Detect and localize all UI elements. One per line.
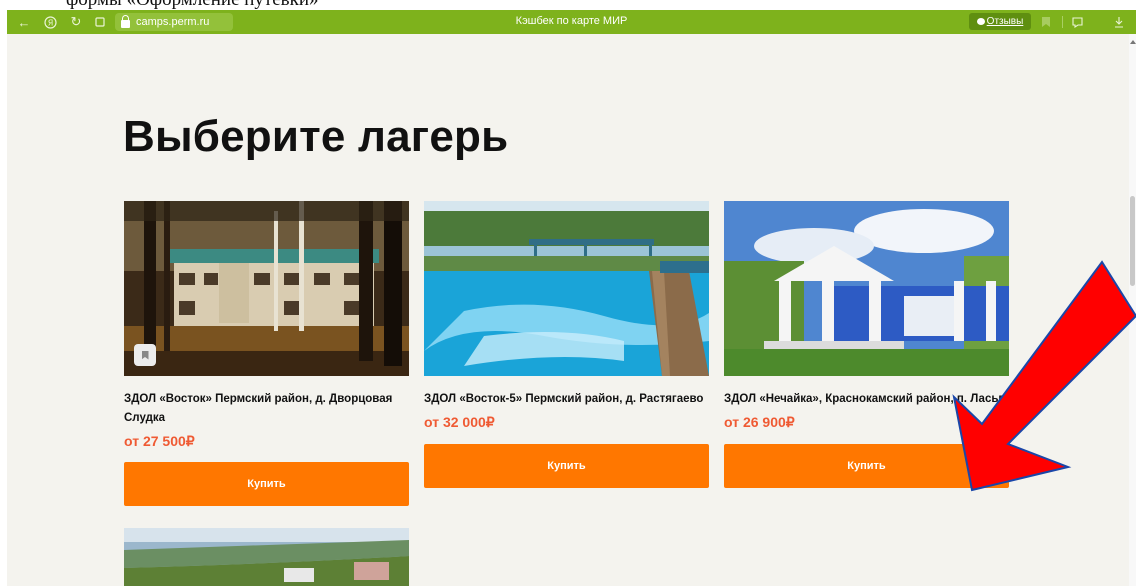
browser-toolbar: ← Я ↻ camps.perm.ru Кэшбек по карте МИР … bbox=[7, 10, 1136, 34]
camp-photo-nechaika[interactable] bbox=[724, 201, 1009, 376]
toolbar-divider bbox=[1062, 16, 1063, 28]
camp-title[interactable]: ЗДОЛ «Восток» Пермский район, д. Дворцов… bbox=[124, 390, 409, 428]
camp-photo-vostok-5[interactable] bbox=[424, 201, 709, 376]
reviews-button[interactable]: Отзывы bbox=[969, 13, 1031, 30]
camp-title[interactable]: ЗДОЛ «Нечайка», Краснокамский район, п. … bbox=[724, 390, 1012, 409]
scrollbar-thumb[interactable] bbox=[1130, 196, 1135, 286]
share-icon[interactable] bbox=[1068, 13, 1086, 31]
reload-icon[interactable]: ↻ bbox=[67, 13, 85, 31]
vertical-scrollbar[interactable] bbox=[1129, 34, 1136, 586]
download-icon[interactable] bbox=[1110, 13, 1128, 31]
camp-card-nechaika[interactable]: ЗДОЛ «Нечайка», Краснокамский район, п. … bbox=[724, 201, 1012, 431]
document-text-strip: формы «Оформление путевки» bbox=[0, 0, 1136, 10]
speech-bubble-icon bbox=[976, 18, 985, 25]
camp-price: от 27 500₽ bbox=[124, 433, 195, 449]
url-text: camps.perm.ru bbox=[136, 16, 210, 28]
camp-card-vostok-5[interactable]: ЗДОЛ «Восток-5» Пермский район, д. Растя… bbox=[424, 201, 709, 431]
reviews-label: Отзывы bbox=[986, 16, 1024, 27]
camp-card-vostok[interactable]: ЗДОЛ «Восток» Пермский район, д. Дворцов… bbox=[124, 201, 409, 450]
scroll-up-arrow-icon[interactable] bbox=[1130, 40, 1136, 44]
buy-button-nechaika[interactable]: Купить bbox=[724, 444, 1009, 488]
bookmark-icon bbox=[141, 350, 149, 360]
address-bar[interactable]: camps.perm.ru bbox=[115, 13, 233, 31]
camp-photo-vostok[interactable] bbox=[124, 201, 409, 376]
section-heading: Выберите лагерь bbox=[123, 112, 509, 161]
camp-price: от 32 000₽ bbox=[424, 414, 495, 430]
tabs-icon[interactable] bbox=[91, 13, 109, 31]
back-icon[interactable]: ← bbox=[15, 13, 33, 31]
camp-price: от 26 900₽ bbox=[724, 414, 795, 430]
yandex-logo-icon[interactable]: Я bbox=[41, 13, 59, 31]
document-text: формы «Оформление путевки» bbox=[66, 0, 319, 10]
buy-button-vostok-5[interactable]: Купить bbox=[424, 444, 709, 488]
camp-photo-partial[interactable] bbox=[124, 528, 409, 586]
svg-text:Я: Я bbox=[47, 18, 53, 27]
page-content: Выберите лагерь ЗДОЛ «Восток» Пермский р… bbox=[7, 34, 1129, 586]
lock-icon bbox=[121, 15, 130, 28]
page-title: Кэшбек по карте МИР bbox=[515, 15, 628, 27]
buy-button-vostok[interactable]: Купить bbox=[124, 462, 409, 506]
save-bookmark-button[interactable] bbox=[134, 344, 156, 366]
camp-title[interactable]: ЗДОЛ «Восток-5» Пермский район, д. Растя… bbox=[424, 390, 709, 409]
bookmark-icon[interactable] bbox=[1037, 13, 1055, 31]
